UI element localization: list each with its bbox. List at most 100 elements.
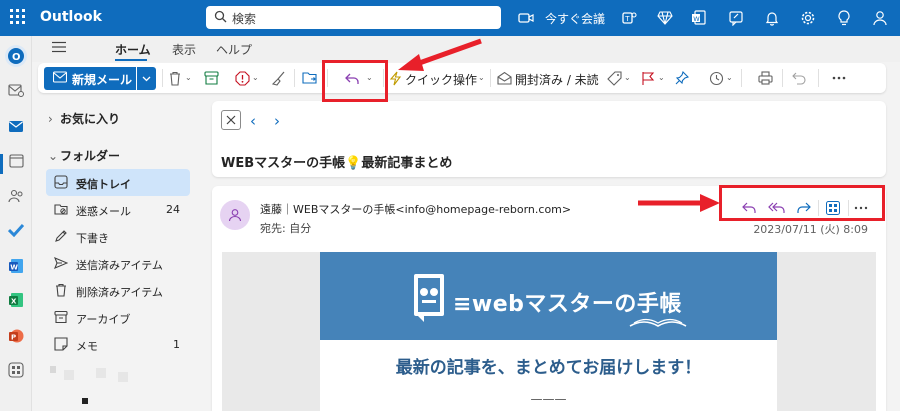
todo-check-icon[interactable] [6, 220, 26, 240]
chevron-down-icon[interactable]: ⌄ [658, 73, 665, 82]
more-apps-icon[interactable] [6, 360, 26, 380]
tab-home[interactable]: ホーム [115, 41, 151, 58]
folder-label: 送信済みアイテム [76, 259, 163, 272]
chevron-down-icon[interactable]: ⌄ [185, 73, 192, 82]
new-mail-dropdown[interactable] [137, 67, 156, 90]
favorites-section-header[interactable]: › お気に入り [48, 110, 120, 127]
powerpoint-icon[interactable]: P [6, 326, 26, 346]
account-avatar-icon[interactable] [871, 9, 889, 27]
move-to-folder-icon[interactable] [302, 70, 318, 86]
mail-icon[interactable] [6, 116, 26, 136]
chevron-down-icon [142, 76, 151, 81]
redacted-block [96, 368, 106, 378]
toolbar-separator [741, 69, 742, 87]
toolbar-separator [782, 69, 783, 87]
calendar-icon[interactable] [6, 150, 26, 170]
snooze-clock-icon[interactable] [708, 70, 724, 86]
red-arrow-icon [638, 194, 720, 212]
settings-gear-icon[interactable] [799, 9, 817, 27]
top-bar: Outlook 検索 今すぐ会議 T W [0, 0, 900, 36]
archive-icon[interactable] [203, 70, 219, 86]
search-box[interactable]: 検索 [206, 6, 501, 29]
word-doc-icon[interactable]: W [690, 9, 708, 27]
pin-icon[interactable] [674, 70, 690, 86]
sender-name[interactable]: 遠藤｜WEBマスターの手帳<info@homepage-reborn.com> [260, 201, 571, 217]
toolbar-separator [162, 69, 163, 87]
newsletter-divider: ——— [530, 392, 567, 406]
folder-label: 受信トレイ [76, 178, 131, 191]
video-icon[interactable] [517, 9, 535, 27]
folder-label: メモ [76, 340, 98, 353]
mail-add-icon[interactable] [6, 80, 26, 100]
close-icon[interactable] [221, 110, 241, 130]
redacted-block [118, 372, 128, 382]
conversation-header: ‹ › WEBマスターの手帳💡最新記事まとめ [212, 101, 886, 177]
chevron-down-icon[interactable]: ⌄ [726, 73, 733, 82]
word-icon[interactable]: W [6, 256, 26, 276]
sidebar-item-inbox[interactable]: 受信トレイ [46, 169, 190, 196]
mail-read-icon[interactable] [496, 70, 512, 86]
rail-selected-indicator [0, 154, 3, 174]
bell-icon[interactable] [763, 9, 781, 27]
sidebar-item-sent[interactable]: 送信済みアイテム [46, 250, 190, 277]
new-mail-button[interactable]: 新規メール [44, 67, 136, 90]
sidebar-item-archive[interactable]: アーカイブ [46, 304, 190, 331]
undo-icon[interactable] [791, 70, 807, 86]
feedback-icon[interactable] [727, 9, 745, 27]
sidebar-item-notes[interactable]: メモ 1 [46, 331, 190, 358]
sidebar-item-deleted[interactable]: 削除済みアイテム [46, 277, 190, 304]
recipient-line: 宛先: 自分 [260, 222, 312, 235]
teams-icon[interactable]: T [620, 9, 638, 27]
junk-icon [54, 202, 68, 219]
folder-label: アーカイブ [76, 313, 131, 326]
recipient-value[interactable]: 自分 [289, 222, 311, 235]
red-arrow-icon [398, 38, 482, 71]
more-options-icon[interactable] [831, 70, 847, 86]
people-icon[interactable] [6, 186, 26, 206]
premium-diamond-icon[interactable] [656, 9, 674, 27]
sidebar-item-drafts[interactable]: 下書き [46, 223, 190, 250]
lightbulb-icon[interactable] [835, 9, 853, 27]
toolbar-separator [294, 69, 295, 87]
excel-icon[interactable]: X [6, 290, 26, 310]
mail-compose-icon [52, 71, 68, 86]
svg-text:T: T [624, 15, 630, 23]
sweep-broom-icon[interactable] [270, 70, 286, 86]
previous-item-icon[interactable]: ‹ [250, 112, 256, 130]
app-launcher-icon[interactable] [10, 9, 28, 27]
svg-text:P: P [11, 333, 16, 341]
chevron-down-icon[interactable]: ⌄ [252, 73, 259, 82]
person-icon [228, 209, 242, 222]
chevron-down-icon[interactable]: ⌄ [624, 73, 631, 82]
app-title[interactable]: Outlook [40, 9, 102, 25]
active-tab-indicator [115, 59, 147, 61]
folders-section-header[interactable]: ⌄ フォルダー [48, 147, 120, 164]
read-unread-label[interactable]: 開封済み / 未読 [515, 71, 599, 88]
svg-text:W: W [693, 15, 700, 23]
print-icon[interactable] [757, 70, 773, 86]
message-subject: WEBマスターの手帳💡最新記事まとめ [221, 156, 453, 171]
redacted-block [50, 366, 56, 373]
report-icon[interactable] [234, 70, 250, 86]
flag-icon[interactable] [640, 70, 656, 86]
meet-now-button[interactable]: 今すぐ会議 [545, 10, 605, 27]
toolbar-separator [490, 69, 491, 87]
svg-text:X: X [11, 297, 17, 305]
notebook-mascot-logo [414, 274, 444, 322]
tag-icon[interactable] [606, 70, 622, 86]
outlook-app-icon[interactable]: O [4, 44, 28, 68]
chevron-right-icon: › [48, 112, 53, 126]
chevron-down-icon: ⌄ [48, 149, 59, 163]
hamburger-menu-icon[interactable] [52, 41, 66, 56]
sidebar-item-junk[interactable]: 迷惑メール 24 [46, 196, 190, 223]
folder-count: 24 [166, 203, 180, 216]
delete-icon[interactable] [167, 70, 183, 86]
svg-text:O: O [12, 52, 21, 63]
message-body: ≡webマスターの手帳 最新の記事を、まとめてお届けします！ ——— [222, 252, 876, 411]
folder-label: 削除済みアイテム [76, 286, 163, 299]
tab-help[interactable]: ヘルプ [216, 41, 252, 58]
tab-view[interactable]: 表示 [172, 41, 196, 58]
folder-label: 迷惑メール [76, 205, 131, 218]
next-item-icon[interactable]: › [274, 112, 280, 130]
app-rail: O W X P [0, 36, 32, 411]
